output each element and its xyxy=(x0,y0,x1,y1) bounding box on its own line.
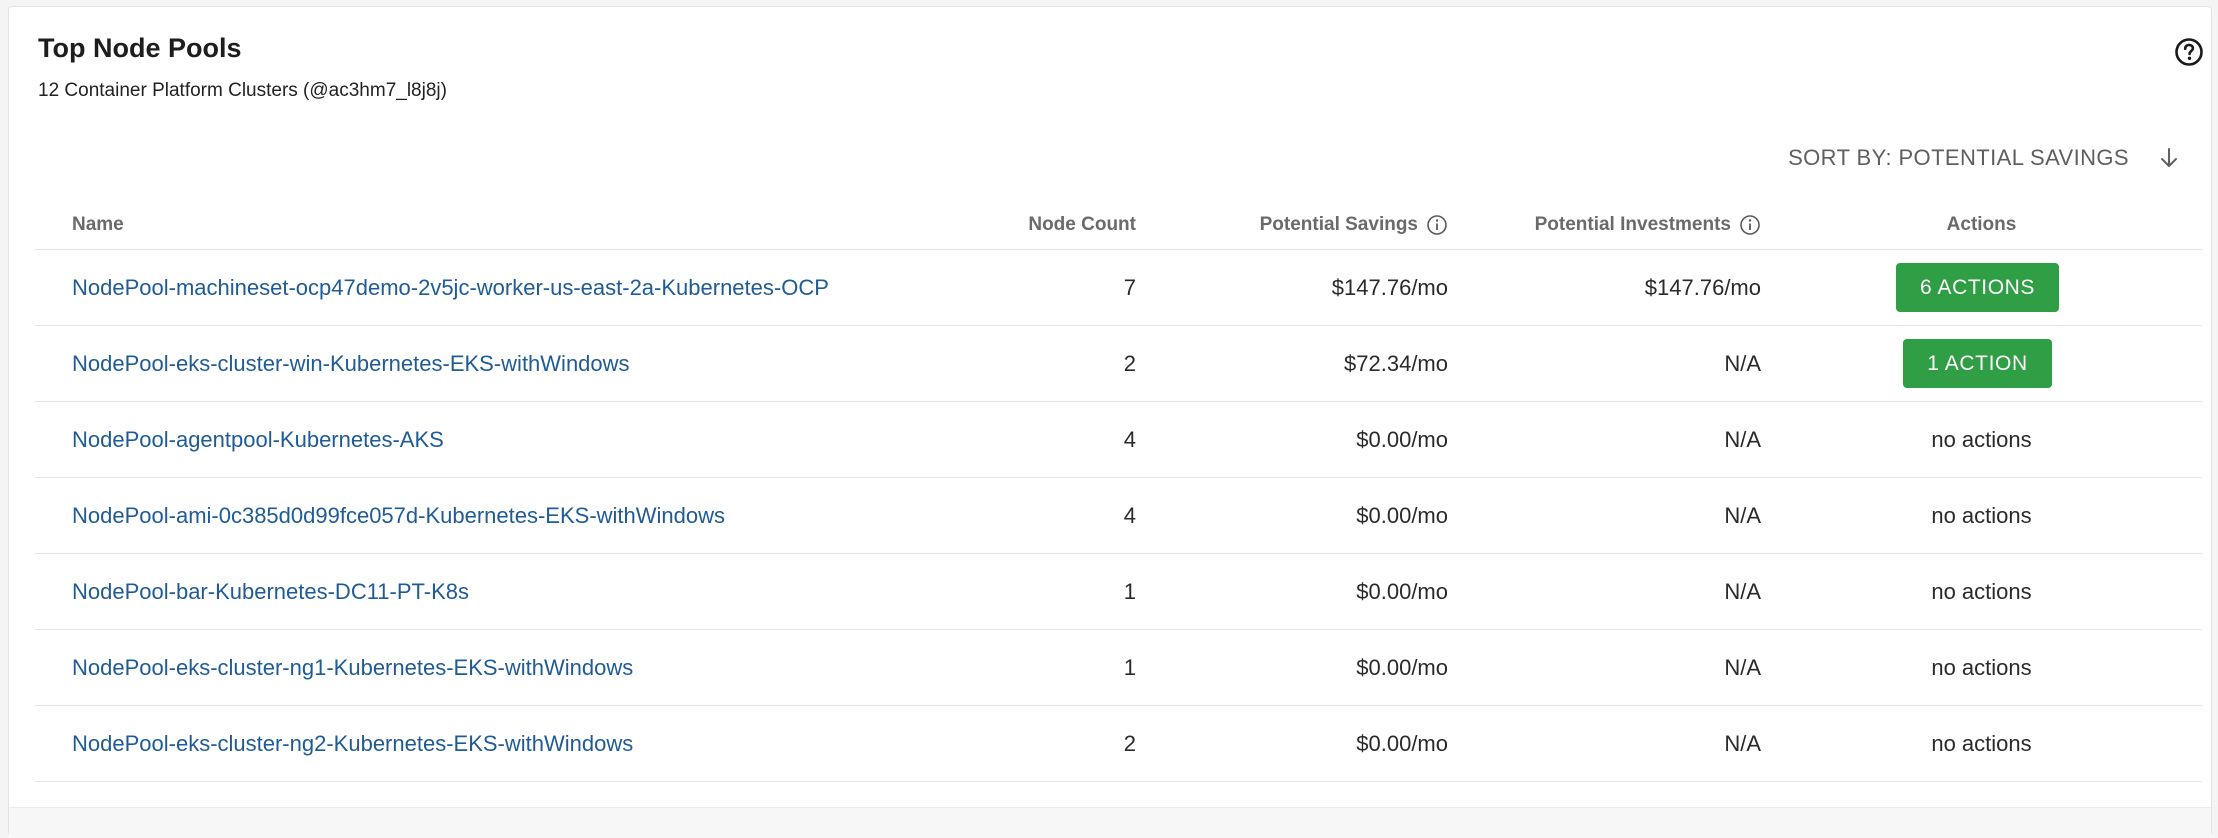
cell-potential-savings: $72.34/mo xyxy=(1136,325,1448,402)
node-pool-link[interactable]: NodePool-agentpool-Kubernetes-AKS xyxy=(72,427,862,453)
cell-name: NodePool-ami-0c385d0d99fce057d-Kubernete… xyxy=(35,477,872,554)
table-row: NodePool-bar-Kubernetes-DC11-PT-K8s 1 $0.0… xyxy=(35,553,2202,630)
node-pool-link[interactable]: NodePool-bar-Kubernetes-DC11-PT-K8s xyxy=(72,579,862,605)
cell-actions: 6 ACTIONS xyxy=(1761,249,2202,326)
cell-actions: no actions xyxy=(1761,553,2202,630)
node-pool-link[interactable]: NodePool-ami-0c385d0d99fce057d-Kubernete… xyxy=(72,503,862,529)
table-row: NodePool-eks-cluster-ng1-Kubernetes-EKS-… xyxy=(35,629,2202,706)
cell-potential-investments: N/A xyxy=(1448,553,1761,630)
column-header-potential-savings[interactable]: Potential Savings xyxy=(1136,201,1448,250)
node-pools-table: Name Node Count Potential Savings Potent… xyxy=(35,201,2202,782)
cell-potential-savings: $147.76/mo xyxy=(1136,249,1448,326)
cell-node-count: 4 xyxy=(872,401,1136,478)
no-actions-label: no actions xyxy=(1931,730,2032,756)
column-header-node-count[interactable]: Node Count xyxy=(872,201,1136,250)
cell-name: NodePool-machineset-ocp47demo-2v5jc-work… xyxy=(35,249,872,326)
help-circle-icon[interactable] xyxy=(2174,37,2204,67)
table-body: NodePool-machineset-ocp47demo-2v5jc-work… xyxy=(35,249,2202,782)
cell-name: NodePool-eks-cluster-ng2-Kubernetes-EKS-… xyxy=(35,705,872,782)
cell-potential-savings: $0.00/mo xyxy=(1136,401,1448,478)
cell-node-count: 1 xyxy=(872,553,1136,630)
cell-node-count: 2 xyxy=(872,705,1136,782)
cell-actions: no actions xyxy=(1761,629,2202,706)
cell-node-count: 1 xyxy=(872,629,1136,706)
cell-potential-savings: $0.00/mo xyxy=(1136,553,1448,630)
top-node-pools-card: Top Node Pools 12 Container Platform Clu… xyxy=(8,6,2212,838)
cell-actions: no actions xyxy=(1761,477,2202,554)
cell-node-count: 7 xyxy=(872,249,1136,326)
cell-actions: no actions xyxy=(1761,401,2202,478)
table-row: NodePool-eks-cluster-win-Kubernetes-EKS-… xyxy=(35,325,2202,402)
no-actions-label: no actions xyxy=(1931,426,2032,452)
info-icon[interactable] xyxy=(1426,214,1448,236)
cell-potential-investments: $147.76/mo xyxy=(1448,249,1761,326)
column-header-potential-investments[interactable]: Potential Investments xyxy=(1448,201,1761,250)
node-pool-link[interactable]: NodePool-eks-cluster-ng1-Kubernetes-EKS-… xyxy=(72,655,862,681)
no-actions-label: no actions xyxy=(1931,654,2032,680)
node-pool-link[interactable]: NodePool-eks-cluster-ng2-Kubernetes-EKS-… xyxy=(72,731,862,757)
table-row: NodePool-agentpool-Kubernetes-AKS 4 $0.00/… xyxy=(35,401,2202,478)
cell-potential-investments: N/A xyxy=(1448,705,1761,782)
card-footer xyxy=(9,807,2211,838)
actions-button[interactable]: 1 ACTION xyxy=(1903,339,2052,388)
cell-actions: no actions xyxy=(1761,705,2202,782)
arrow-down-icon[interactable] xyxy=(2157,146,2181,170)
table-header-row: Name Node Count Potential Savings Potent… xyxy=(35,201,2202,250)
actions-button[interactable]: 6 ACTIONS xyxy=(1895,263,2060,312)
card-title: Top Node Pools xyxy=(38,33,242,63)
cell-name: NodePool-bar-Kubernetes-DC11-PT-K8s xyxy=(35,553,872,630)
info-icon[interactable] xyxy=(1739,214,1761,236)
no-actions-label: no actions xyxy=(1931,578,2032,604)
cell-potential-investments: N/A xyxy=(1448,629,1761,706)
sort-label: SORT BY: POTENTIAL SAVINGS xyxy=(1788,145,2129,170)
table-row: NodePool-eks-cluster-ng2-Kubernetes-EKS-… xyxy=(35,705,2202,782)
cell-name: NodePool-eks-cluster-win-Kubernetes-EKS-… xyxy=(35,325,872,402)
sort-control[interactable]: SORT BY: POTENTIAL SAVINGS xyxy=(1788,145,2181,171)
cell-potential-savings: $0.00/mo xyxy=(1136,629,1448,706)
cell-potential-investments: N/A xyxy=(1448,477,1761,554)
cell-name: NodePool-eks-cluster-ng1-Kubernetes-EKS-… xyxy=(35,629,872,706)
card-subtitle: 12 Container Platform Clusters (@ac3hm7_… xyxy=(38,80,447,101)
cell-node-count: 4 xyxy=(872,477,1136,554)
node-pool-link[interactable]: NodePool-eks-cluster-win-Kubernetes-EKS-… xyxy=(72,351,862,377)
cell-potential-investments: N/A xyxy=(1448,325,1761,402)
cell-potential-savings: $0.00/mo xyxy=(1136,705,1448,782)
table-row: NodePool-machineset-ocp47demo-2v5jc-work… xyxy=(35,249,2202,326)
no-actions-label: no actions xyxy=(1931,502,2032,528)
cell-actions: 1 ACTION xyxy=(1761,325,2202,402)
cell-potential-investments: N/A xyxy=(1448,401,1761,478)
node-pool-link[interactable]: NodePool-machineset-ocp47demo-2v5jc-work… xyxy=(72,275,862,301)
column-header-actions: Actions xyxy=(1761,201,2202,250)
cell-name: NodePool-agentpool-Kubernetes-AKS xyxy=(35,401,872,478)
cell-potential-savings: $0.00/mo xyxy=(1136,477,1448,554)
table-row: NodePool-ami-0c385d0d99fce057d-Kubernete… xyxy=(35,477,2202,554)
column-header-name[interactable]: Name xyxy=(35,201,872,250)
cell-node-count: 2 xyxy=(872,325,1136,402)
